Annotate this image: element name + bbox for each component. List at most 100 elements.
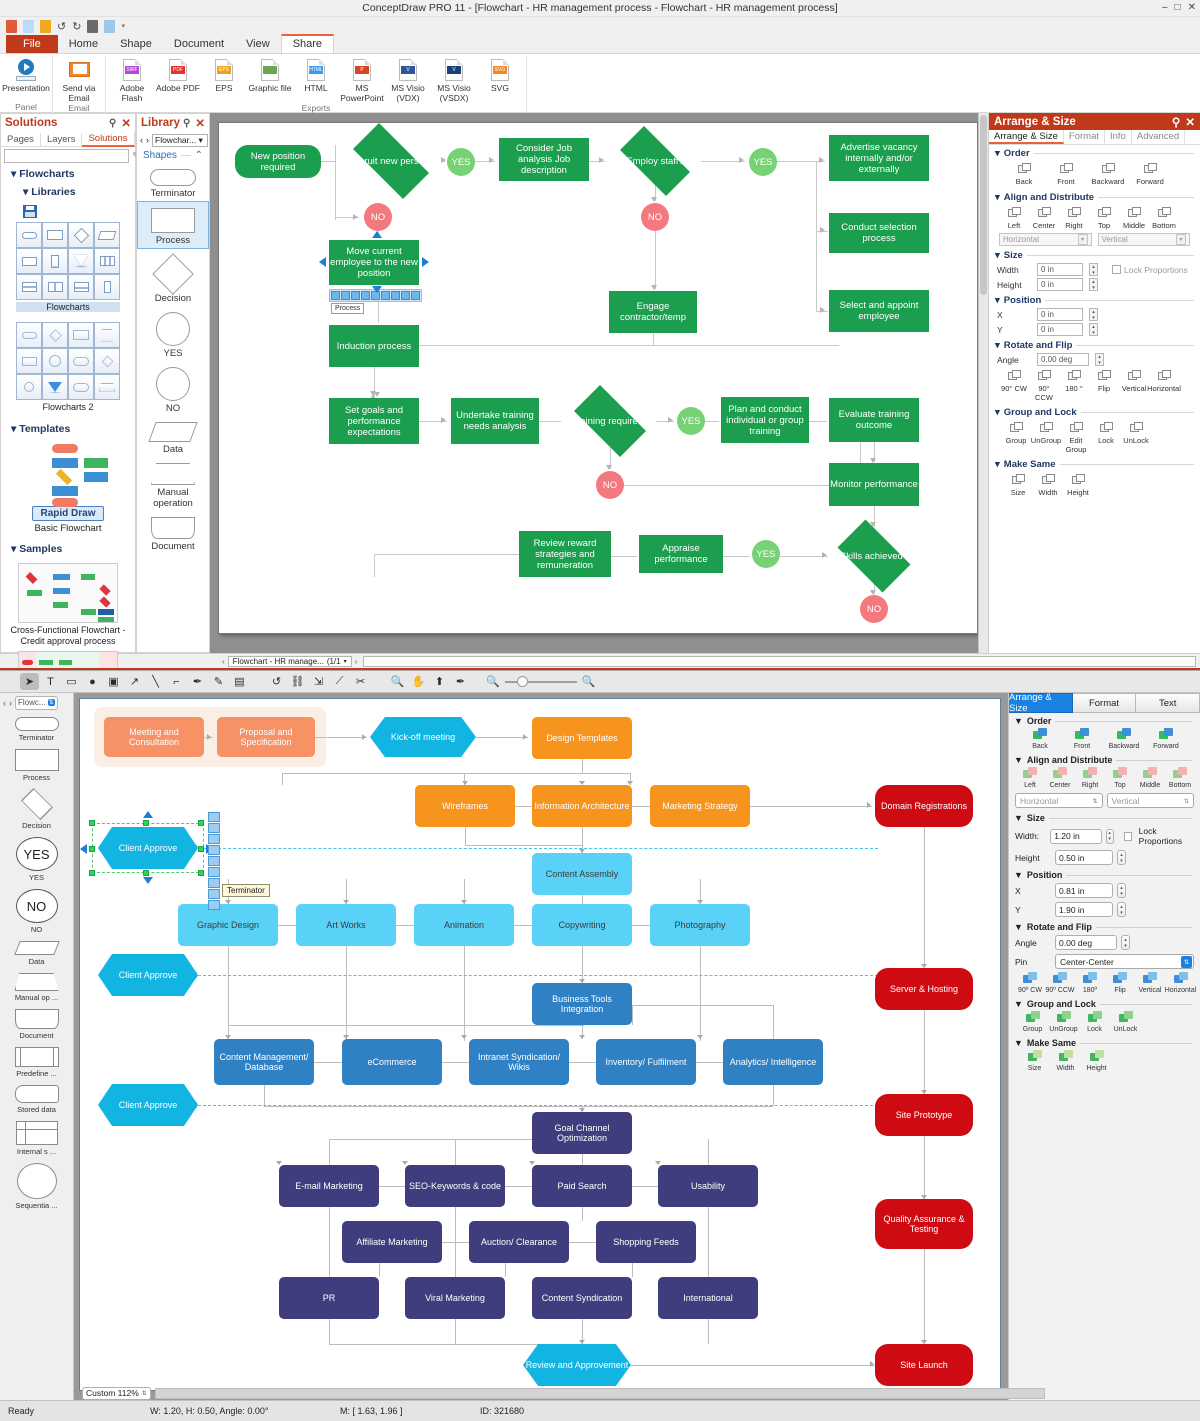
flow-node[interactable]: YES: [752, 540, 780, 568]
angle-input[interactable]: 0.00 deg: [1037, 353, 1089, 366]
mac-height-input[interactable]: 0.50 in: [1055, 850, 1113, 865]
rectangle-icon[interactable]: ▭: [62, 673, 81, 690]
mac-group-ungroup[interactable]: UnGroup: [1048, 1011, 1079, 1034]
flow-node[interactable]: Engage contractor/temp: [609, 291, 697, 333]
mac-hscrollbar[interactable]: [154, 1387, 1045, 1399]
mac-height-stepper[interactable]: ▴ ▾: [1117, 850, 1126, 865]
library-shape-manual-operation[interactable]: Manual operation: [137, 457, 209, 511]
mac-library-shape-sequentia[interactable]: Sequentia ...: [0, 1158, 73, 1212]
visio-vdx-button[interactable]: V MS Visio (VDX): [385, 56, 431, 103]
order-forward[interactable]: Forward: [1129, 162, 1171, 187]
library-thumb-flowcharts2[interactable]: Flowcharts 2: [1, 322, 135, 412]
flow-node[interactable]: Viral Marketing: [405, 1277, 505, 1319]
mac-rotate-90-ccw[interactable]: 90º CCW: [1045, 972, 1075, 995]
flow-node[interactable]: Quality Assurance & Testing: [875, 1199, 973, 1249]
mac-width-stepper[interactable]: ▴ ▾: [1105, 828, 1114, 844]
mac-tab-text[interactable]: Text: [1136, 693, 1200, 713]
disconnect-icon[interactable]: ✂: [351, 673, 370, 690]
rotate-180[interactable]: 180 °: [1059, 369, 1089, 402]
selection-handle[interactable]: [89, 820, 95, 826]
flow-node[interactable]: Select and appoint employee: [829, 290, 929, 332]
library-shape-document[interactable]: Document: [137, 511, 209, 554]
flow-node[interactable]: SEO-Keywords & code: [405, 1165, 505, 1207]
mac-makesame-size[interactable]: Size: [1019, 1050, 1050, 1073]
x-stepper[interactable]: ▴ ▾: [1089, 308, 1098, 321]
image-file-button[interactable]: Graphic file: [247, 56, 293, 94]
mac-angle-input[interactable]: 0.00 deg: [1055, 935, 1117, 950]
stamp-icon[interactable]: ⬆: [430, 673, 449, 690]
library-shape-decision[interactable]: Decision: [137, 249, 209, 306]
selection-handle[interactable]: [143, 870, 149, 876]
tab-shape[interactable]: Shape: [109, 36, 163, 53]
zoom-out-icon[interactable]: 🔍: [486, 675, 500, 688]
mac-library-shape-decision[interactable]: Decision: [0, 784, 73, 832]
tab-home[interactable]: Home: [57, 36, 110, 53]
stencil-decision[interactable]: [68, 222, 94, 248]
height-input[interactable]: 0 in: [1037, 278, 1083, 291]
flow-node[interactable]: Review reward strategies and remuneratio…: [519, 531, 611, 577]
flow-node[interactable]: Inventory/ Fulfilment: [596, 1039, 696, 1085]
mac-library-shape-internal-s[interactable]: Internal s ...: [0, 1116, 73, 1158]
flow-node[interactable]: Marketing Strategy: [650, 785, 750, 827]
flow-node[interactable]: New position required: [235, 145, 321, 178]
flow-node[interactable]: Proposal and Specification: [217, 717, 315, 757]
ellipse-icon[interactable]: ●: [83, 673, 102, 690]
mac-zoom-row[interactable]: Custom 112% ⇅: [82, 1386, 1045, 1400]
rotate-90-ccw[interactable]: 90° CCW: [1029, 369, 1059, 402]
mac-x-stepper[interactable]: ▴ ▾: [1117, 883, 1126, 898]
template-thumb-basic-flowchart[interactable]: Rapid Draw Basic Flowchart: [1, 444, 135, 534]
flow-node[interactable]: Meeting and Consultation: [104, 717, 204, 757]
zoom-icon[interactable]: 🔍: [388, 673, 407, 690]
rapid-draw-shape-icon[interactable]: [411, 291, 420, 300]
mac-library-shape-predefine[interactable]: Predefine ...: [0, 1042, 73, 1080]
tab-arrange-size[interactable]: Arrange & Size: [989, 130, 1064, 144]
stencil-card[interactable]: [94, 274, 120, 300]
stencil2-5[interactable]: [16, 348, 42, 374]
mac-document-page[interactable]: Meeting and Consultation Proposal and Spe…: [79, 698, 1001, 1391]
distribute-vertical-select[interactable]: Vertical ▾: [1097, 233, 1190, 246]
y-input[interactable]: 0 in: [1037, 323, 1083, 336]
library-shape-terminator[interactable]: Terminator: [137, 163, 209, 201]
pin-icon[interactable]: ⚲: [109, 118, 116, 129]
flow-node[interactable]: E-mail Marketing: [279, 1165, 379, 1207]
chevron-down-icon[interactable]: ▾: [121, 22, 125, 30]
flow-node[interactable]: Employ staff?: [609, 126, 701, 196]
flow-node[interactable]: Wireframes: [415, 785, 515, 827]
mac-align-right[interactable]: Right: [1075, 767, 1105, 790]
save-doc-icon[interactable]: [40, 19, 51, 33]
connector-direct-icon[interactable]: ⟋: [330, 673, 349, 690]
lock-proportions-checkbox[interactable]: [1112, 265, 1121, 274]
new-doc-icon[interactable]: [6, 19, 17, 33]
mac-library-shape-terminator[interactable]: Terminator: [0, 712, 73, 744]
send-via-email-button[interactable]: Send via Email: [56, 56, 102, 103]
rapid-draw-shape-icon[interactable]: [351, 291, 360, 300]
flow-node[interactable]: Plan and conduct individual or group tra…: [721, 397, 809, 443]
tab-file[interactable]: File: [6, 35, 58, 53]
window-controls[interactable]: – □ ✕: [1162, 2, 1196, 13]
stencil2-9[interactable]: [16, 374, 42, 400]
flow-node[interactable]: Paid Search: [532, 1165, 632, 1207]
flow-node[interactable]: Copywriting: [532, 904, 632, 946]
group-ungroup[interactable]: UnGroup: [1031, 421, 1061, 454]
stencil2-12[interactable]: [94, 374, 120, 400]
rapid-draw-shape-icon[interactable]: [208, 856, 220, 866]
flow-node[interactable]: Animation: [414, 904, 514, 946]
svg-file-button[interactable]: SVG SVG: [477, 56, 523, 94]
flow-node[interactable]: Domain Registrations: [875, 785, 973, 827]
stencil2-2[interactable]: [42, 322, 68, 348]
rapid-draw-palette[interactable]: [208, 812, 220, 910]
undo-icon[interactable]: ↺: [57, 20, 66, 33]
tree-node-flowcharts[interactable]: ▾ Flowcharts: [1, 165, 135, 183]
tab-view[interactable]: View: [235, 36, 281, 53]
minimize-button[interactable]: –: [1162, 2, 1168, 13]
flow-node[interactable]: Consider Job analysis Job description: [499, 138, 589, 181]
align-bottom[interactable]: Bottom: [1149, 206, 1179, 231]
flow-node[interactable]: NO: [860, 595, 888, 623]
rapid-draw-shape-icon[interactable]: [331, 291, 340, 300]
mac-rotate-vertical[interactable]: Vertical: [1135, 972, 1165, 995]
stencil2-1[interactable]: [16, 322, 42, 348]
align-top[interactable]: Top: [1089, 206, 1119, 231]
maximize-button[interactable]: □: [1175, 2, 1181, 13]
stencil-database[interactable]: [68, 274, 94, 300]
rotate-vertical[interactable]: Vertical: [1119, 369, 1149, 402]
